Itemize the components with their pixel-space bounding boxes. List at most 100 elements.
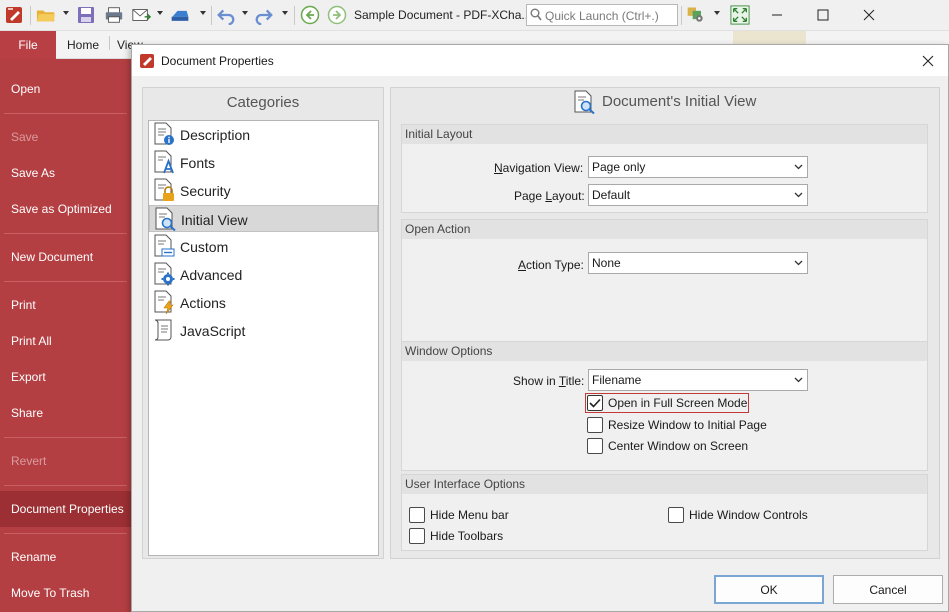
email-dropdown-chevron-icon[interactable] [157, 11, 163, 15]
fonts-icon [154, 150, 174, 174]
open-dropdown-chevron-icon[interactable] [63, 11, 69, 15]
hide-menu-bar-label: Hide Menu bar [430, 508, 509, 522]
category-advanced[interactable]: Advanced [149, 261, 378, 288]
scan-icon[interactable] [170, 5, 190, 25]
category-security[interactable]: Security [149, 177, 378, 204]
page-layout-value: Default [592, 188, 631, 202]
backstage-print-all[interactable]: Print All [0, 323, 131, 359]
checkbox-box [409, 507, 425, 523]
page-layout-select[interactable]: Default [588, 184, 808, 206]
backstage-move-to-trash[interactable]: Move To Trash [0, 575, 131, 611]
hide-menu-bar-checkbox[interactable]: Hide Menu bar [409, 507, 509, 523]
redo-icon[interactable] [254, 5, 274, 25]
chevron-down-icon [794, 164, 803, 170]
ok-button[interactable]: OK [714, 575, 824, 604]
full-screen-icon[interactable] [730, 5, 750, 25]
backstage-save-as[interactable]: Save As [0, 155, 131, 191]
checkmark-icon [589, 398, 601, 408]
navigation-view-value: Page only [592, 160, 646, 174]
backstage-save[interactable]: Save [0, 119, 131, 155]
save-disk-icon[interactable] [76, 5, 96, 25]
backstage-print[interactable]: Print [0, 287, 131, 323]
undo-dropdown-chevron-icon[interactable] [242, 11, 248, 15]
email-envelope-icon[interactable] [131, 5, 151, 25]
dialog-app-icon [140, 54, 154, 68]
chevron-down-icon [794, 192, 803, 198]
initial-view-panel: Document's Initial View Initial Layout N… [390, 87, 940, 559]
maximize-button[interactable] [803, 0, 843, 30]
center-window-checkbox[interactable]: Center Window on Screen [587, 438, 748, 454]
quick-launch-placeholder: Quick Launch (Ctrl+.) [545, 9, 659, 23]
scan-dropdown-chevron-icon[interactable] [200, 11, 206, 15]
back-arrow-icon[interactable] [300, 5, 320, 25]
category-javascript[interactable]: JavaScript [149, 317, 378, 344]
full-screen-checkbox[interactable]: Open in Full Screen Mode [584, 393, 750, 413]
search-icon [530, 8, 542, 21]
backstage-revert[interactable]: Revert [0, 443, 131, 479]
close-window-button[interactable] [849, 0, 889, 30]
undo-icon[interactable] [216, 5, 236, 25]
backstage-share[interactable]: Share [0, 395, 131, 431]
navigation-view-label-text: avigation View: [502, 161, 584, 175]
quick-launch-search-input[interactable]: Quick Launch (Ctrl+.) [526, 4, 678, 26]
title-bar: Sample Document - PDF-XCha... Quick Laun… [0, 0, 949, 31]
hide-toolbars-checkbox[interactable]: Hide Toolbars [409, 528, 503, 544]
dialog-title: Document Properties [161, 54, 274, 68]
customize-dropdown-chevron-icon[interactable] [714, 11, 720, 15]
toolbar-separator [211, 6, 212, 25]
toolbar-separator [681, 6, 682, 25]
cancel-button[interactable]: Cancel [833, 575, 943, 604]
file-backstage-menu: Open Save Save As Save as Optimized New … [0, 59, 131, 612]
panel-header: Document's Initial View [391, 88, 939, 116]
customize-gear-icon[interactable] [686, 5, 706, 25]
backstage-rename[interactable]: Rename [0, 539, 131, 575]
panel-title: Document's Initial View [602, 93, 757, 110]
backstage-open[interactable]: Open [0, 71, 131, 107]
backstage-export[interactable]: Export [0, 359, 131, 395]
minimize-button[interactable] [757, 0, 797, 30]
group-header: Initial Layout [402, 125, 927, 144]
redo-dropdown-chevron-icon[interactable] [282, 11, 288, 15]
backstage-document-properties[interactable]: Document Properties [0, 491, 131, 527]
category-description[interactable]: Description [149, 121, 378, 148]
category-actions[interactable]: Actions [149, 289, 378, 316]
ribbon-tab-separator [109, 36, 110, 50]
backstage-save-as-optimized[interactable]: Save as Optimized [0, 191, 131, 227]
navigation-view-label: Navigation View: [494, 161, 584, 175]
category-fonts[interactable]: Fonts [149, 149, 378, 176]
print-icon[interactable] [104, 5, 124, 25]
category-label: JavaScript [180, 323, 246, 339]
close-icon [922, 55, 934, 67]
categories-list: Description Fonts Security Initial View … [148, 120, 379, 556]
backstage-separator [4, 437, 127, 438]
category-initial-view[interactable]: Initial View [149, 205, 378, 232]
dialog-title-bar: Document Properties [132, 45, 948, 76]
file-tab[interactable]: File [0, 31, 56, 59]
dialog-close-button[interactable] [918, 51, 938, 71]
group-header: User Interface Options [402, 475, 927, 494]
resize-window-checkbox[interactable]: Resize Window to Initial Page [587, 417, 767, 433]
open-folder-icon[interactable] [36, 5, 56, 25]
category-label: Actions [180, 295, 226, 311]
group-header: Window Options [402, 342, 927, 361]
tab-home[interactable]: Home [67, 38, 99, 52]
navigation-view-select[interactable]: Page only [588, 156, 808, 178]
action-type-select[interactable]: None [588, 252, 808, 274]
chevron-down-icon [794, 377, 803, 383]
resize-window-label: Resize Window to Initial Page [608, 418, 767, 432]
show-in-title-label: Show in Title: [513, 374, 585, 388]
backstage-separator [4, 485, 127, 486]
chevron-down-icon [794, 260, 803, 266]
maximize-icon [817, 9, 829, 21]
forward-arrow-icon[interactable] [327, 5, 347, 25]
action-type-label: Action Type: [518, 258, 584, 272]
show-in-title-select[interactable]: Filename [588, 369, 808, 391]
show-in-title-value: Filename [592, 373, 642, 387]
backstage-separator [4, 113, 127, 114]
backstage-new-document[interactable]: New Document [0, 239, 131, 275]
description-icon [154, 122, 174, 145]
hide-window-controls-checkbox[interactable]: Hide Window Controls [668, 507, 808, 523]
category-custom[interactable]: Custom [149, 233, 378, 260]
checkbox-box [409, 528, 425, 544]
category-label: Description [180, 127, 251, 143]
